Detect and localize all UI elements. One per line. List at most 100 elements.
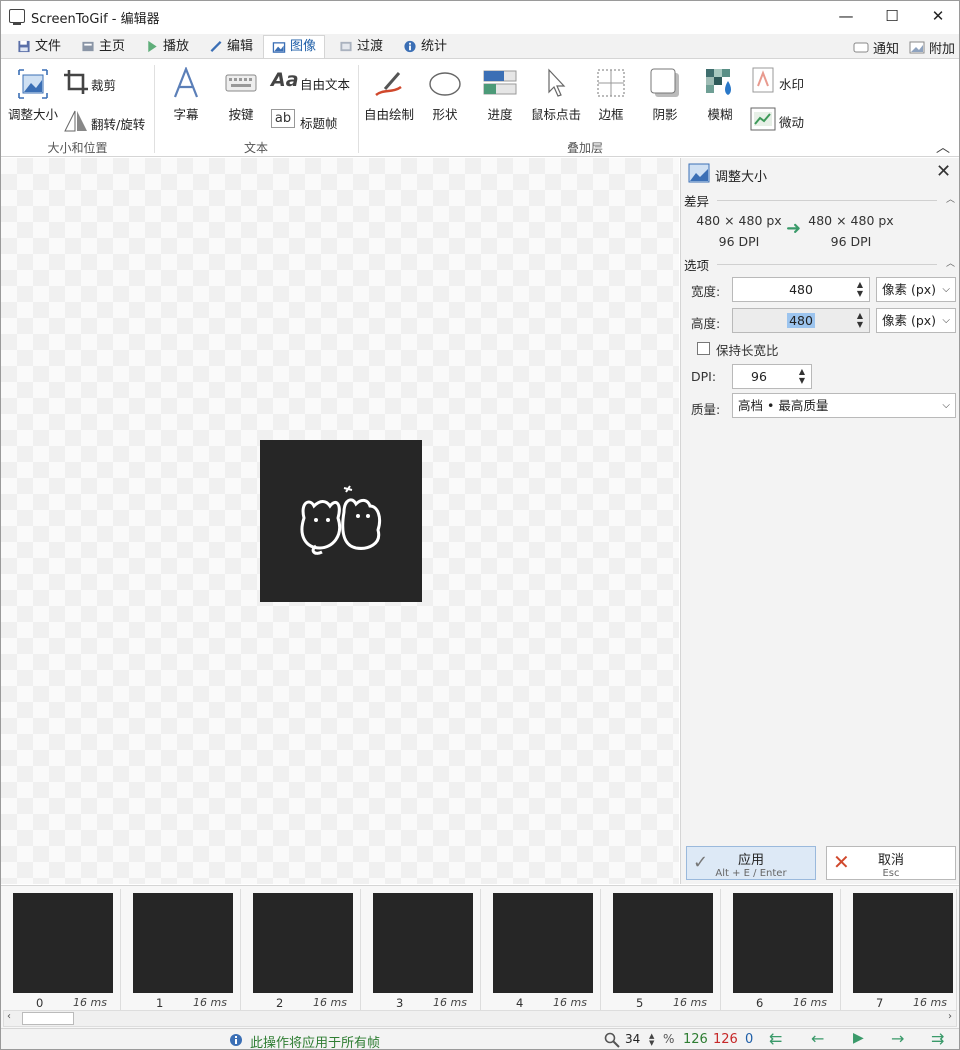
chevron-down-icon: ⌵ bbox=[942, 284, 950, 295]
frame-thumbnail[interactable]: 3 16 ms bbox=[361, 889, 481, 1011]
extras-label: 附加 bbox=[929, 42, 956, 57]
key-strokes-button[interactable]: 按键 bbox=[216, 65, 266, 125]
frame-thumbnail[interactable]: 7 16 ms bbox=[841, 889, 957, 1011]
frame-thumbnail[interactable]: 6 16 ms bbox=[721, 889, 841, 1011]
frame-index: 4 bbox=[516, 996, 524, 1010]
minimize-button[interactable]: — bbox=[823, 1, 869, 31]
collapse-diff-icon[interactable]: ︿ bbox=[946, 192, 955, 205]
section-divider bbox=[717, 264, 937, 265]
shadow-button[interactable]: 阴影 bbox=[643, 65, 687, 125]
border-button[interactable]: 边框 bbox=[589, 65, 633, 125]
close-panel-button[interactable]: ✕ bbox=[936, 161, 951, 182]
frame-thumbnail[interactable]: 0 16 ms bbox=[1, 889, 121, 1011]
frame-thumbnail[interactable]: 2 16 ms bbox=[241, 889, 361, 1011]
resize-icon bbox=[18, 69, 48, 99]
frame-thumbnail[interactable]: 4 16 ms bbox=[481, 889, 601, 1011]
watermark-icon bbox=[752, 67, 774, 93]
cinemagraph-button[interactable]: 微动 bbox=[750, 105, 810, 133]
app-icon bbox=[9, 9, 25, 25]
resize-panel: 调整大小 ✕ 差异 ︿ 480 × 480 px 96 DPI ➜ 480 × … bbox=[680, 158, 959, 884]
height-input[interactable]: 480 ▲ ▼ bbox=[732, 308, 870, 333]
first-frame-button[interactable]: ⇇ bbox=[769, 1029, 782, 1048]
scroll-right-icon[interactable]: › bbox=[948, 1011, 952, 1022]
frame-delay: 16 ms bbox=[73, 996, 107, 1009]
last-frame-button[interactable]: ⇉ bbox=[931, 1029, 944, 1048]
frame-delay: 16 ms bbox=[553, 996, 587, 1009]
extras-button[interactable]: 附加 bbox=[909, 38, 955, 57]
width-value: 480 bbox=[789, 282, 813, 297]
cursor-icon bbox=[548, 68, 566, 97]
notifications-button[interactable]: 通知 bbox=[853, 38, 899, 57]
quality-select[interactable]: 高档 • 最高质量 ⌵ bbox=[732, 393, 956, 418]
new-dpi: 96 DPI bbox=[830, 234, 872, 249]
chevron-down-icon: ⌵ bbox=[942, 400, 950, 411]
cancel-button[interactable]: ✕ 取消 Esc bbox=[826, 846, 956, 880]
progress-button[interactable]: 进度 bbox=[475, 65, 525, 125]
keep-aspect-checkbox[interactable] bbox=[697, 342, 710, 355]
frame-delay: 16 ms bbox=[313, 996, 347, 1009]
tab-statistics[interactable]: 统计 bbox=[395, 35, 455, 58]
keyboard-icon bbox=[225, 74, 257, 92]
frame-strip-scrollbar[interactable]: ‹ › bbox=[3, 1010, 957, 1027]
dpi-value: 96 bbox=[751, 369, 767, 384]
dpi-spinner-icon[interactable]: ▲ ▼ bbox=[799, 367, 805, 385]
frame-delay: 16 ms bbox=[793, 996, 827, 1009]
previous-frame-button[interactable]: ← bbox=[811, 1029, 824, 1048]
resize-button[interactable]: 调整大小 bbox=[5, 65, 61, 125]
shapes-button[interactable]: 形状 bbox=[421, 65, 469, 125]
close-window-button[interactable]: ✕ bbox=[915, 1, 959, 31]
crop-button[interactable]: 裁剪 bbox=[61, 67, 123, 95]
mouse-clicks-button[interactable]: 鼠标点击 bbox=[527, 65, 585, 125]
tab-edit[interactable]: 编辑 bbox=[201, 35, 261, 58]
frame-index: 5 bbox=[636, 996, 644, 1010]
tab-home[interactable]: 主页 bbox=[73, 35, 133, 58]
tab-label: 文件 bbox=[35, 38, 62, 54]
frame-preview bbox=[260, 440, 422, 602]
collapse-options-icon[interactable]: ︿ bbox=[946, 256, 955, 269]
width-unit-select[interactable]: 像素 (px) ⌵ bbox=[876, 277, 956, 302]
apply-button[interactable]: ✓ 应用 Alt + E / Enter bbox=[686, 846, 816, 880]
zoom-icon bbox=[604, 1032, 620, 1048]
title-frame-button[interactable]: ab 标题帧 bbox=[271, 107, 353, 133]
obfuscate-button[interactable]: 模糊 bbox=[698, 65, 742, 125]
resize-label: 调整大小 bbox=[7, 107, 58, 122]
frame-thumbnail-image bbox=[13, 893, 113, 993]
height-unit-value: 像素 (px) bbox=[882, 313, 937, 328]
width-input[interactable]: 480 ▲ ▼ bbox=[732, 277, 870, 302]
next-frame-button[interactable]: → bbox=[891, 1029, 904, 1048]
status-message: 此操作将应用于所有帧 bbox=[250, 1036, 381, 1050]
frame-thumbnail[interactable]: 1 16 ms bbox=[121, 889, 241, 1011]
tab-image[interactable]: 图像 bbox=[263, 35, 326, 58]
scrollbar-thumb[interactable] bbox=[22, 1012, 74, 1025]
group-text-label: 文本 bbox=[243, 141, 268, 155]
zoom-spinner-icon[interactable]: ▲ ▼ bbox=[649, 1033, 654, 1047]
width-label: 宽度: bbox=[691, 284, 721, 299]
tab-playback[interactable]: 播放 bbox=[137, 35, 197, 58]
frame-thumbnail-image bbox=[493, 893, 593, 993]
caption-button[interactable]: 字幕 bbox=[161, 65, 211, 125]
shapes-label: 形状 bbox=[432, 107, 458, 122]
height-unit-select[interactable]: 像素 (px) ⌵ bbox=[876, 308, 956, 333]
height-label: 高度: bbox=[691, 316, 721, 331]
free-drawing-button[interactable]: 自由绘制 bbox=[362, 65, 416, 125]
play-button[interactable]: ▶ bbox=[853, 1030, 864, 1046]
free-text-button[interactable]: Aa 自由文本 bbox=[271, 69, 353, 95]
maximize-button[interactable]: ☐ bbox=[869, 1, 915, 31]
scroll-left-icon[interactable]: ‹ bbox=[7, 1011, 11, 1022]
frame-canvas[interactable] bbox=[1, 158, 679, 884]
height-spinner-icon[interactable]: ▲ ▼ bbox=[857, 311, 863, 329]
collapse-ribbon-icon[interactable]: ︿ bbox=[936, 137, 950, 157]
frame-thumbnail[interactable]: 5 16 ms bbox=[601, 889, 721, 1011]
tab-file[interactable]: 文件 bbox=[9, 35, 69, 58]
border-label: 边框 bbox=[598, 107, 624, 122]
frame-delay: 16 ms bbox=[193, 996, 227, 1009]
total-frames: 126 bbox=[683, 1032, 708, 1047]
watermark-button[interactable]: 水印 bbox=[750, 67, 810, 95]
zoom-value[interactable]: 34 bbox=[625, 1032, 640, 1046]
tab-transitions[interactable]: 过渡 bbox=[331, 35, 391, 58]
frame-thumbnail-image bbox=[853, 893, 953, 993]
flip-rotate-button[interactable]: 翻转/旋转 bbox=[61, 107, 153, 135]
title-frame-label: 标题帧 bbox=[300, 116, 338, 131]
dpi-input[interactable]: 96 ▲ ▼ bbox=[732, 364, 812, 389]
width-spinner-icon[interactable]: ▲ ▼ bbox=[857, 280, 863, 298]
